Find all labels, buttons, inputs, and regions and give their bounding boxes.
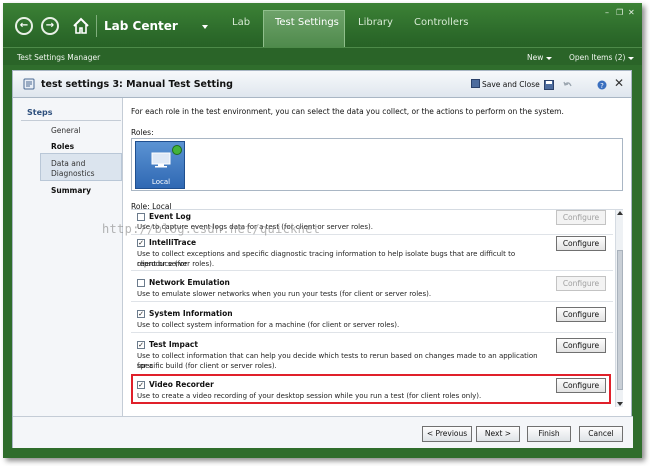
open-items-label: Open Items (2) [569,53,626,62]
steps-header: Steps [27,108,53,117]
tab-controllers[interactable]: Controllers [414,17,468,28]
vertical-scrollbar[interactable] [615,210,623,407]
item-description: Use to create a video recording of your … [137,392,482,400]
wizard-footer: < Previous Next > Finish Cancel [13,416,633,448]
scroll-up-icon[interactable] [617,211,623,215]
previous-button[interactable]: < Previous [422,426,472,442]
save-and-close-button[interactable]: Save and Close [471,79,540,89]
configure-video-recorder-button[interactable]: Configure [556,378,606,393]
test-impact-checkbox[interactable]: ✓ [137,341,145,349]
sub-header-bar: Test Settings Manager New Open Items (2) [3,47,642,65]
item-title: Event Log [149,212,191,221]
step-summary[interactable]: Summary [51,186,91,195]
role-tile-label: Local [151,178,171,186]
scroll-down-icon[interactable] [617,402,623,406]
open-items-menu[interactable]: Open Items (2) [569,53,635,62]
active-tab-highlight [263,10,345,47]
configure-system-information-button[interactable]: Configure [556,307,606,322]
system-information-checkbox[interactable]: ✓ [137,310,145,318]
watermark: http://blog.csdn.net/quicknet [102,222,321,236]
top-navigation-bar: ← → Lab Center Lab Test Settings Library… [3,3,642,47]
test-settings-icon [23,78,35,90]
item-description: Use to emulate slower networks when you … [137,290,432,298]
lab-center-window: ← → Lab Center Lab Test Settings Library… [3,3,642,458]
svg-text:?: ? [600,82,604,90]
roles-list: Local [131,138,623,191]
save-and-close-label: Save and Close [482,80,540,89]
chevron-down-icon [628,56,635,60]
document-header: test settings 3: Manual Test Setting Sav… [12,70,632,98]
tab-lab[interactable]: Lab [232,17,250,28]
tab-library[interactable]: Library [358,17,393,28]
undo-icon[interactable] [563,80,573,90]
item-title: Test Impact [149,340,198,349]
section-title: Test Settings Manager [17,53,101,62]
step-data-and-diagnostics[interactable]: Data and [51,159,85,168]
document-title: test settings 3: Manual Test Setting [41,79,233,90]
restore-icon[interactable]: ❐ [616,8,623,17]
event-log-checkbox[interactable] [137,213,145,221]
divider [131,270,613,271]
network-emulation-checkbox[interactable] [137,279,145,287]
item-description-line2: client or server roles). [137,260,215,268]
item-title: System Information [149,309,233,318]
item-description: Use to collect system information for a … [137,321,400,329]
scrollbar-thumb[interactable] [617,250,623,390]
diagnostic-adapters-list: Event Log Use to capture event logs data… [131,209,623,407]
app-menu-chevron-down-icon[interactable] [202,25,208,29]
divider [131,301,613,302]
item-title: Video Recorder [149,380,214,389]
intellitrace-checkbox[interactable]: ✓ [137,239,145,247]
configure-test-impact-button[interactable]: Configure [556,338,606,353]
home-icon[interactable] [71,16,91,36]
steps-panel: Steps General Roles Data and Diagnostics… [13,98,123,416]
step-roles[interactable]: Roles [51,142,74,151]
wizard-content: Steps General Roles Data and Diagnostics… [12,98,633,448]
item-title: Network Emulation [149,278,230,287]
new-label: New [527,53,544,62]
back-button[interactable]: ← [15,17,33,35]
configure-intellitrace-button[interactable]: Configure [556,236,606,251]
help-icon[interactable]: ? [597,80,607,90]
configure-network-emulation-button[interactable]: Configure [556,276,606,291]
role-tile-local[interactable]: Local [135,141,185,189]
save-icon[interactable] [544,80,554,90]
video-recorder-checkbox[interactable]: ✓ [137,381,145,389]
close-document-icon[interactable]: ✕ [614,76,624,90]
forward-button[interactable]: → [41,17,59,35]
chevron-down-icon [546,56,553,60]
save-icon [471,79,480,88]
next-button[interactable]: Next > [476,426,520,442]
finish-button[interactable]: Finish [527,426,571,442]
new-menu[interactable]: New [527,53,553,62]
roles-label: Roles: [131,128,154,137]
cancel-button[interactable]: Cancel [579,426,623,442]
divider [131,332,613,333]
item-description-line2: specific build (for client or server rol… [137,362,277,370]
step-general[interactable]: General [51,126,81,135]
divider [21,120,121,121]
step-data-and-diagnostics-line2: Diagnostics [51,169,95,178]
status-ok-icon [172,145,182,155]
divider [96,15,97,37]
tab-test-settings[interactable]: Test Settings [275,17,339,28]
app-title: Lab Center [104,19,178,33]
configure-event-log-button[interactable]: Configure [556,210,606,225]
intro-text: For each role in the test environment, y… [131,107,564,116]
minimize-icon[interactable]: – [605,8,609,17]
close-icon[interactable]: ✕ [628,8,635,17]
main-panel: For each role in the test environment, y… [129,98,629,416]
item-title: IntelliTrace [149,238,197,247]
computer-icon [151,152,171,168]
